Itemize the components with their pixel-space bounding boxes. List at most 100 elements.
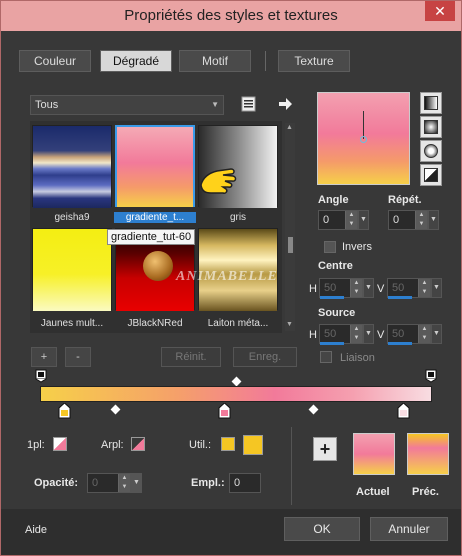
- hand-pointer-icon: [197, 163, 239, 203]
- add-gradient-button[interactable]: +: [31, 347, 57, 367]
- arrow-right-icon[interactable]: [277, 96, 293, 112]
- gradient-thumb-jaunes[interactable]: [32, 228, 112, 311]
- repeat-input[interactable]: 0 ▲ ▼ ▼: [388, 210, 439, 230]
- gradient-tooltip: gradiente_tut-60: [107, 229, 196, 245]
- tab-degrade[interactable]: Dégradé: [100, 50, 172, 72]
- ok-button[interactable]: OK: [284, 517, 360, 541]
- category-value: Tous: [35, 99, 59, 111]
- repeat-spin-icon[interactable]: ▲ ▼: [415, 211, 427, 229]
- center-v-value: 50: [392, 282, 405, 294]
- library-scrollbar[interactable]: [285, 123, 295, 331]
- center-h-spin-icon[interactable]: ▲ ▼: [350, 279, 362, 297]
- source-v-label: V: [377, 329, 385, 341]
- center-v-slider[interactable]: [388, 296, 412, 299]
- angle-input[interactable]: 0 ▲ ▼ ▼: [318, 210, 369, 230]
- center-h-dropdown-icon[interactable]: ▼: [363, 278, 374, 298]
- gradient-thumb-geisha9[interactable]: [32, 125, 112, 208]
- gradient-label-jaunes: Jaunes mult...: [40, 318, 104, 329]
- opacity-input[interactable]: 0 ▲ ▼ ▼: [87, 473, 142, 493]
- gradient-label-geisha9: geisha9: [54, 212, 90, 223]
- color-midpoint-2[interactable]: [308, 404, 319, 415]
- color-stop-yellow-icon[interactable]: [58, 402, 71, 419]
- repeat-dropdown-icon[interactable]: ▼: [428, 210, 439, 230]
- angle-value: 0: [323, 214, 330, 226]
- list-menu-icon[interactable]: [241, 96, 257, 112]
- angle-line: [363, 111, 364, 139]
- watermark-flower-icon: [143, 251, 173, 281]
- gradient-bar[interactable]: [40, 386, 432, 402]
- user-color-radio[interactable]: [221, 437, 235, 451]
- cancel-button[interactable]: Annuler: [370, 517, 448, 541]
- repeat-value: 0: [393, 214, 400, 226]
- help-link[interactable]: Aide: [25, 524, 47, 536]
- center-v-input[interactable]: 50 ▲ ▼ ▼: [387, 278, 442, 298]
- source-v-spin-icon[interactable]: ▲ ▼: [418, 325, 430, 343]
- source-h-value: 50: [324, 328, 337, 340]
- close-button[interactable]: ✕: [425, 1, 455, 21]
- source-h-input[interactable]: 50 ▲ ▼ ▼: [319, 324, 374, 344]
- center-h-value: 50: [324, 282, 337, 294]
- color-midpoint-1[interactable]: [110, 404, 121, 415]
- location-label: Empl.:: [191, 477, 225, 489]
- reset-button[interactable]: Réinit.: [161, 347, 221, 367]
- location-input[interactable]: 0: [229, 473, 261, 493]
- center-handle[interactable]: [360, 136, 367, 143]
- linear-type-button[interactable]: [420, 92, 442, 114]
- category-dropdown[interactable]: Tous ▼: [30, 95, 224, 115]
- angle-spin-icon[interactable]: ▲ ▼: [345, 211, 357, 229]
- save-gradient-button[interactable]: Enreg.: [233, 347, 297, 367]
- title-bar: Propriétés des styles et textures: [1, 1, 461, 31]
- center-v-spin-icon[interactable]: ▲ ▼: [418, 279, 430, 297]
- current-label: Actuel: [356, 486, 390, 498]
- foreground-swatch[interactable]: [53, 437, 67, 451]
- source-v-value: 50: [392, 328, 405, 340]
- center-v-dropdown-icon[interactable]: ▼: [431, 278, 442, 298]
- gradient-thumb-gradiente-tut[interactable]: [115, 125, 195, 207]
- user-color-label: Util.:: [189, 439, 211, 451]
- tab-couleur[interactable]: Couleur: [19, 50, 91, 72]
- scroll-thumb[interactable]: [288, 237, 293, 253]
- plus-icon[interactable]: +: [313, 437, 337, 461]
- opacity-dropdown-icon[interactable]: ▼: [131, 473, 142, 493]
- gradient-preview[interactable]: [317, 92, 410, 185]
- opacity-spin-icon[interactable]: ▲ ▼: [118, 474, 130, 492]
- source-h-spin-icon[interactable]: ▲ ▼: [350, 325, 362, 343]
- opacity-midpoint[interactable]: [231, 376, 242, 387]
- previous-preview: [407, 433, 449, 475]
- source-h-slider[interactable]: [320, 342, 344, 345]
- invert-label: Invers: [342, 241, 372, 253]
- color-stop-pink-icon[interactable]: [218, 402, 231, 419]
- repeat-label: Répét.: [388, 194, 422, 206]
- invert-checkbox[interactable]: [324, 241, 336, 253]
- scroll-down-icon[interactable]: ▼: [286, 321, 293, 328]
- tab-texture[interactable]: Texture: [278, 50, 350, 72]
- rectangular-type-button[interactable]: [420, 116, 442, 138]
- opacity-stop-right-icon[interactable]: [425, 369, 437, 383]
- link-checkbox[interactable]: [320, 351, 332, 363]
- opacity-value: 0: [92, 477, 99, 489]
- opacity-stop-left-icon[interactable]: [35, 369, 47, 383]
- scroll-up-icon[interactable]: ▲: [286, 124, 293, 131]
- tab-motif[interactable]: Motif: [179, 50, 251, 72]
- tab-separator: [265, 51, 266, 71]
- source-v-input[interactable]: 50 ▲ ▼ ▼: [387, 324, 442, 344]
- background-swatch[interactable]: [131, 437, 145, 451]
- styles-dialog: Propriétés des styles et textures ✕ Coul…: [0, 0, 462, 556]
- center-h-label: H: [309, 283, 317, 295]
- color-stop-light-pink-icon[interactable]: [397, 402, 410, 419]
- radial-type-button[interactable]: [420, 164, 442, 186]
- foreground-label: 1pl:: [27, 439, 45, 451]
- source-v-slider[interactable]: [388, 342, 412, 345]
- center-label: Centre: [318, 260, 353, 272]
- current-preview: [353, 433, 395, 475]
- source-v-dropdown-icon[interactable]: ▼: [431, 324, 442, 344]
- source-label: Source: [318, 307, 356, 319]
- angle-dropdown-icon[interactable]: ▼: [358, 210, 369, 230]
- previous-label: Préc.: [412, 486, 439, 498]
- center-h-slider[interactable]: [320, 296, 344, 299]
- sunburst-type-button[interactable]: [420, 140, 442, 162]
- center-h-input[interactable]: 50 ▲ ▼ ▼: [319, 278, 374, 298]
- remove-gradient-button[interactable]: -: [65, 347, 91, 367]
- user-color-swatch[interactable]: [243, 435, 263, 455]
- source-h-dropdown-icon[interactable]: ▼: [363, 324, 374, 344]
